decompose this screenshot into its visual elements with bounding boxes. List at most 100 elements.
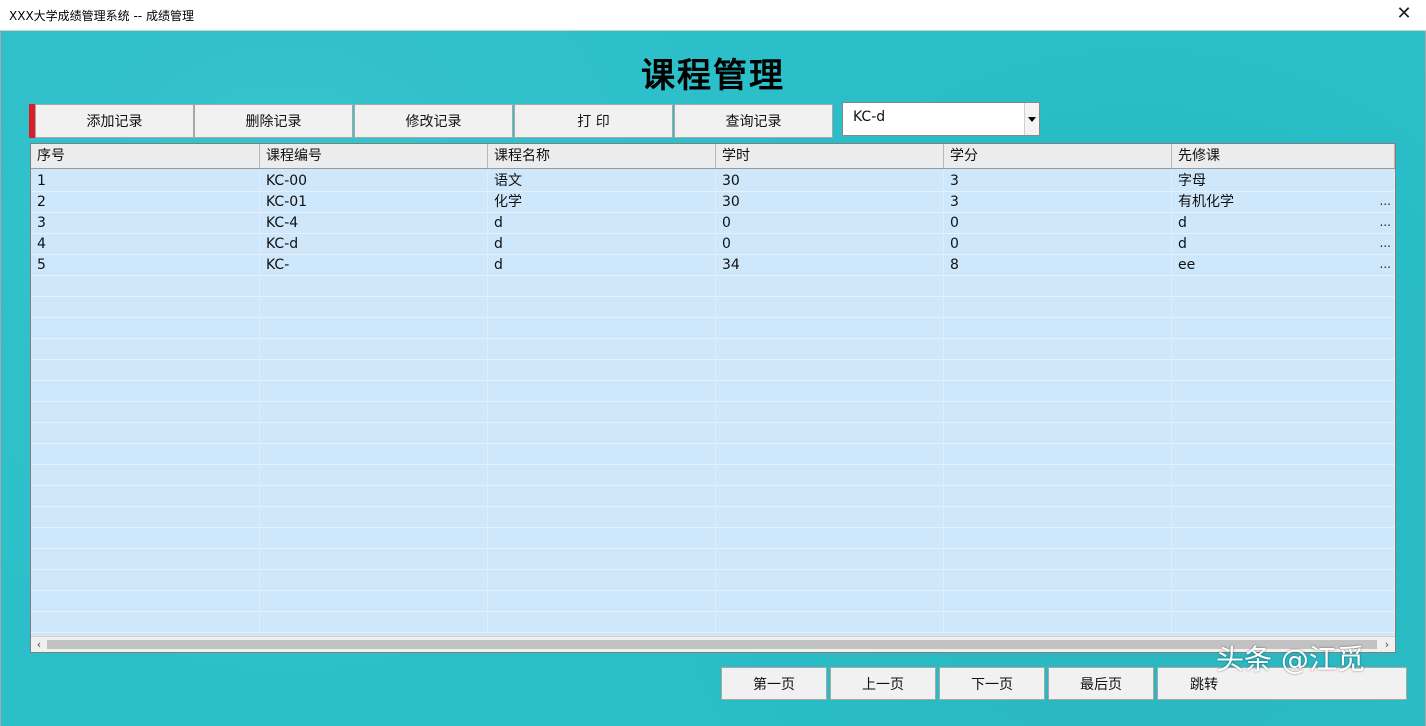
cell-prereq[interactable] [1172, 423, 1395, 444]
cell-credits[interactable] [944, 591, 1172, 612]
column-header-prereq[interactable]: 先修课 [1172, 144, 1395, 168]
cell-hours[interactable] [716, 423, 944, 444]
table-row[interactable] [31, 549, 1395, 570]
cell-hours[interactable] [716, 402, 944, 423]
cell-hours[interactable]: 34 [716, 255, 944, 276]
cell-name[interactable] [488, 444, 716, 465]
cell-hours[interactable] [716, 297, 944, 318]
cell-code[interactable] [260, 381, 488, 402]
cell-name[interactable] [488, 318, 716, 339]
cell-code[interactable] [260, 570, 488, 591]
cell-index[interactable] [31, 318, 260, 339]
cell-index[interactable] [31, 507, 260, 528]
cell-credits[interactable] [944, 486, 1172, 507]
close-icon[interactable]: ✕ [1394, 4, 1414, 24]
cell-prereq[interactable]: ee [1172, 255, 1395, 276]
column-header-credits[interactable]: 学分 [944, 144, 1172, 168]
table-row[interactable] [31, 591, 1395, 612]
cell-credits[interactable] [944, 570, 1172, 591]
table-row[interactable] [31, 528, 1395, 549]
cell-name[interactable] [488, 465, 716, 486]
cell-index[interactable]: 1 [31, 171, 260, 192]
cell-hours[interactable] [716, 507, 944, 528]
cell-hours[interactable]: 0 [716, 213, 944, 234]
add-record-button[interactable]: 添加记录 [35, 104, 194, 138]
cell-hours[interactable] [716, 549, 944, 570]
cell-index[interactable] [31, 549, 260, 570]
cell-name[interactable]: d [488, 255, 716, 276]
cell-code[interactable] [260, 612, 488, 633]
cell-hours[interactable]: 30 [716, 171, 944, 192]
cell-index[interactable] [31, 297, 260, 318]
cell-prereq[interactable] [1172, 402, 1395, 423]
cell-index[interactable] [31, 528, 260, 549]
cell-code[interactable] [260, 444, 488, 465]
cell-credits[interactable] [944, 444, 1172, 465]
cell-hours[interactable] [716, 318, 944, 339]
cell-credits[interactable]: 0 [944, 213, 1172, 234]
cell-credits[interactable] [944, 339, 1172, 360]
cell-index[interactable] [31, 360, 260, 381]
last-page-button[interactable]: 最后页 [1048, 667, 1154, 700]
cell-hours[interactable] [716, 612, 944, 633]
table-row[interactable] [31, 360, 1395, 381]
cell-credits[interactable]: 8 [944, 255, 1172, 276]
column-header-name[interactable]: 课程名称 [488, 144, 716, 168]
cell-name[interactable] [488, 297, 716, 318]
cell-code[interactable] [260, 549, 488, 570]
table-row[interactable] [31, 297, 1395, 318]
query-record-button[interactable]: 查询记录 [674, 104, 833, 138]
cell-prereq[interactable] [1172, 444, 1395, 465]
cell-code[interactable] [260, 423, 488, 444]
table-row[interactable] [31, 486, 1395, 507]
cell-index[interactable] [31, 339, 260, 360]
cell-hours[interactable] [716, 486, 944, 507]
cell-hours[interactable]: 30 [716, 192, 944, 213]
table-row[interactable] [31, 318, 1395, 339]
cell-name[interactable] [488, 528, 716, 549]
cell-index[interactable] [31, 465, 260, 486]
cell-prereq[interactable] [1172, 360, 1395, 381]
cell-hours[interactable] [716, 591, 944, 612]
cell-index[interactable]: 4 [31, 234, 260, 255]
scroll-right-icon[interactable]: › [1379, 637, 1395, 652]
cell-index[interactable]: 2 [31, 192, 260, 213]
cell-hours[interactable] [716, 381, 944, 402]
cell-name[interactable]: d [488, 213, 716, 234]
cell-index[interactable] [31, 570, 260, 591]
cell-prereq[interactable] [1172, 297, 1395, 318]
cell-index[interactable] [31, 276, 260, 297]
table-row[interactable] [31, 423, 1395, 444]
cell-credits[interactable]: 3 [944, 171, 1172, 192]
cell-index[interactable] [31, 612, 260, 633]
first-page-button[interactable]: 第一页 [721, 667, 827, 700]
cell-credits[interactable]: 3 [944, 192, 1172, 213]
cell-prereq[interactable] [1172, 591, 1395, 612]
cell-credits[interactable] [944, 402, 1172, 423]
cell-prereq[interactable] [1172, 318, 1395, 339]
cell-credits[interactable]: 0 [944, 234, 1172, 255]
cell-index[interactable] [31, 381, 260, 402]
cell-prereq[interactable] [1172, 612, 1395, 633]
cell-prereq[interactable] [1172, 381, 1395, 402]
cell-hours[interactable] [716, 528, 944, 549]
cell-hours[interactable] [716, 465, 944, 486]
table-row[interactable]: 1 KC-00 语文 30 3 字母 [31, 171, 1395, 192]
cell-code[interactable] [260, 297, 488, 318]
table-row[interactable] [31, 276, 1395, 297]
table-row[interactable] [31, 381, 1395, 402]
cell-prereq[interactable]: d [1172, 213, 1395, 234]
cell-name[interactable] [488, 276, 716, 297]
cell-prereq[interactable] [1172, 276, 1395, 297]
cell-credits[interactable] [944, 381, 1172, 402]
cell-name[interactable] [488, 423, 716, 444]
cell-prereq[interactable] [1172, 486, 1395, 507]
cell-name[interactable] [488, 381, 716, 402]
table-row[interactable] [31, 402, 1395, 423]
cell-name[interactable] [488, 360, 716, 381]
cell-prereq[interactable]: 字母 [1172, 171, 1395, 192]
cell-prereq[interactable]: d [1172, 234, 1395, 255]
cell-code[interactable] [260, 360, 488, 381]
cell-name[interactable] [488, 549, 716, 570]
cell-code[interactable] [260, 318, 488, 339]
